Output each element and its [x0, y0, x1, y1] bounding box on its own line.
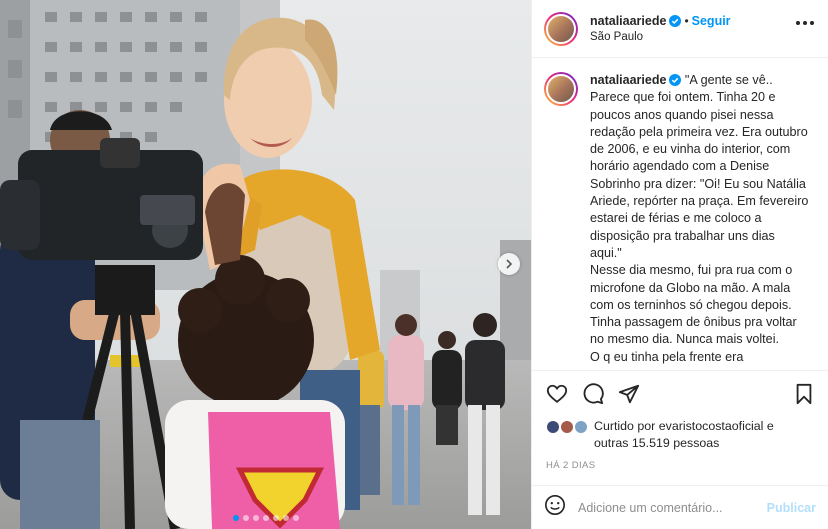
caption-username[interactable]: nataliaariede — [590, 73, 666, 87]
carousel-dot — [282, 515, 289, 521]
publish-button[interactable]: Publicar — [767, 501, 816, 515]
comment-input[interactable] — [578, 500, 767, 515]
carousel-dot — [232, 515, 239, 521]
caption-section: nataliaariede "A gente se vê.. Parece qu… — [532, 58, 828, 370]
post-date: HÁ 2 DIAS — [546, 460, 596, 471]
post-side-panel: nataliaariede • Seguir São Paulo nataliaar… — [531, 0, 828, 529]
action-bar — [532, 370, 828, 414]
caption-avatar[interactable] — [544, 72, 578, 106]
liker-avatar — [546, 420, 560, 434]
carousel-indicator — [0, 515, 531, 521]
verified-badge-icon — [669, 74, 682, 86]
likes-summary: Curtido por evaristocostaoficial e outra… — [546, 418, 818, 452]
verified-badge-icon — [669, 14, 682, 27]
carousel-dot — [262, 515, 269, 521]
avatar[interactable] — [544, 11, 578, 46]
caption-text: nataliaariede "A gente se vê.. Parece qu… — [590, 72, 810, 370]
carousel-dot — [272, 515, 279, 521]
post-photo[interactable] — [0, 0, 531, 529]
bookmark-icon[interactable] — [794, 383, 814, 410]
carousel-dot — [292, 515, 299, 521]
likes-line-2[interactable]: outras 15.519 pessoas — [594, 435, 774, 452]
post-header: nataliaariede • Seguir São Paulo — [532, 0, 828, 58]
next-slide-button[interactable] — [498, 253, 520, 275]
header-username[interactable]: nataliaariede — [590, 14, 666, 28]
carousel-dot — [242, 515, 249, 521]
separator-dot: • — [684, 13, 689, 28]
liker-avatar — [574, 420, 588, 434]
carousel-dot — [252, 515, 259, 521]
more-options-icon[interactable] — [796, 21, 814, 25]
comment-icon[interactable] — [582, 383, 604, 410]
emoji-icon[interactable] — [544, 494, 566, 521]
paper-plane-icon[interactable] — [618, 383, 640, 410]
caption-body: "A gente se vê.. Parece que foi ontem. T… — [590, 73, 809, 364]
follow-button[interactable]: Seguir — [692, 14, 731, 28]
chevron-right-icon — [506, 259, 513, 269]
comment-bar: Publicar — [532, 485, 828, 529]
liker-avatars — [546, 420, 592, 436]
likes-line-1[interactable]: Curtido por evaristocostaoficial e — [594, 418, 774, 435]
heart-icon[interactable] — [546, 383, 568, 410]
liker-avatar — [560, 420, 574, 434]
photo-illustration — [0, 0, 531, 529]
location-link[interactable]: São Paulo — [590, 29, 731, 45]
